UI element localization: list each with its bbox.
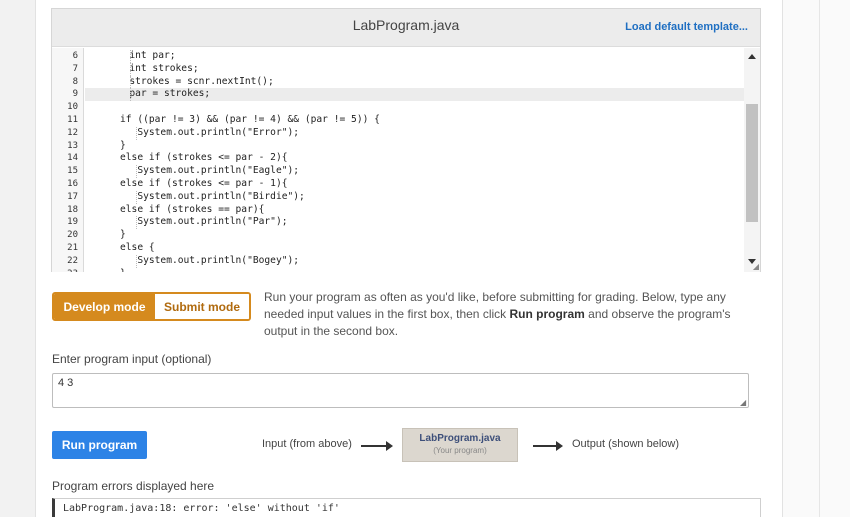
code-line[interactable]: } [120, 268, 126, 272]
program-errors-label: Program errors displayed here [52, 479, 215, 493]
code-line[interactable]: par = strokes; [112, 88, 210, 101]
develop-mode-button[interactable]: Develop mode [54, 294, 155, 319]
flow-input-label: Input (from above) [262, 438, 352, 450]
arrow-right-icon [533, 441, 563, 451]
line-number: 10 [67, 102, 78, 113]
code-line[interactable]: if ((par != 3) && (par != 4) && (par != … [120, 114, 380, 127]
program-errors-text: LabProgram.java:18: error: 'else' withou… [63, 503, 340, 514]
program-input-label: Enter program input (optional) [52, 352, 212, 366]
line-number: 6 [72, 51, 78, 61]
line-number: 21 [67, 243, 78, 253]
line-number: 11 [67, 115, 78, 125]
code-line[interactable]: int strokes; [112, 63, 198, 76]
line-number: 19 [67, 217, 78, 228]
indent-guide [130, 88, 131, 102]
program-input-field[interactable] [52, 373, 749, 408]
code-line[interactable]: System.out.println("Bogey"); [120, 255, 299, 268]
editor-scrollbar[interactable] [744, 48, 760, 272]
program-box-name: LabProgram.java [419, 433, 501, 444]
line-number: 16 [67, 179, 78, 189]
run-program-button[interactable]: Run program [52, 431, 147, 459]
program-box-sub: (Your program) [433, 446, 487, 455]
indent-guide [136, 254, 137, 268]
code-line[interactable]: System.out.println("Error"); [120, 127, 299, 140]
line-number: 15 [67, 166, 78, 177]
editor-header: LabProgram.java Load default template... [52, 9, 760, 47]
code-line[interactable]: else if (strokes <= par - 2){ [120, 152, 288, 165]
indent-guide [136, 165, 137, 178]
line-number: 20 [67, 230, 78, 241]
scrollbar-thumb[interactable] [746, 104, 758, 222]
left-gutter [0, 0, 36, 517]
textarea-resize-icon[interactable]: ◢ [740, 398, 746, 407]
code-lines[interactable]: int par; int strokes; strokes = scnr.nex… [92, 48, 744, 272]
flow-output-label: Output (shown below) [572, 438, 679, 450]
indent-guide [136, 126, 137, 140]
code-line[interactable]: else if (strokes == par){ [120, 204, 264, 217]
line-number: 14 [67, 153, 78, 164]
indent-guide [136, 216, 137, 230]
arrow-right-icon [361, 441, 393, 451]
code-line[interactable]: System.out.println("Birdie"); [120, 191, 305, 204]
load-default-template-link[interactable]: Load default template... [625, 21, 748, 33]
line-number: 22 [67, 255, 78, 266]
line-number: 8 [72, 76, 78, 87]
submit-mode-button[interactable]: Submit mode [155, 294, 249, 319]
line-number: 12 [67, 127, 78, 138]
indent-guide [130, 75, 131, 89]
line-number: 23 [67, 268, 78, 272]
line-number: 17 [67, 191, 78, 202]
line-number: 13 [67, 140, 78, 151]
line-number: 9 [72, 89, 78, 100]
line-number-gutter: 6 7 8 9 10 11 12 13 14 15 16 17 18 19 20 21 22 23 [52, 48, 84, 272]
code-line[interactable]: else if (strokes <= par - 1){ [120, 178, 288, 191]
code-editor: LabProgram.java Load default template...… [51, 8, 761, 272]
indent-guide [130, 50, 131, 63]
indent-guide [130, 62, 131, 76]
code-area[interactable]: 6 7 8 9 10 11 12 13 14 15 16 17 18 19 20 21 22 23 int par… [52, 48, 760, 272]
code-line[interactable]: } [120, 140, 126, 153]
line-number: 7 [72, 63, 78, 74]
mode-toggle: Develop mode Submit mode [52, 292, 251, 321]
program-errors-box: LabProgram.java:18: error: 'else' withou… [52, 498, 761, 517]
run-instructions: Run your program as often as you'd like,… [264, 289, 760, 340]
right-gutter [782, 0, 850, 517]
code-line[interactable]: int par; [112, 50, 175, 63]
indent-guide [136, 190, 137, 204]
code-line[interactable]: strokes = scnr.nextInt(); [112, 76, 273, 89]
instructions-bold: Run program [509, 307, 585, 321]
code-line[interactable]: System.out.println("Eagle"); [120, 165, 299, 178]
code-line[interactable]: System.out.println("Par"); [120, 216, 287, 229]
program-box: LabProgram.java (Your program) [402, 428, 518, 462]
line-number: 18 [67, 204, 78, 215]
code-line[interactable]: } [120, 229, 126, 242]
code-line[interactable]: else { [120, 242, 155, 255]
gutter-divider [819, 0, 820, 517]
resize-grip-icon[interactable]: ◢ [753, 262, 759, 271]
scroll-up-arrow-icon[interactable] [748, 54, 756, 59]
